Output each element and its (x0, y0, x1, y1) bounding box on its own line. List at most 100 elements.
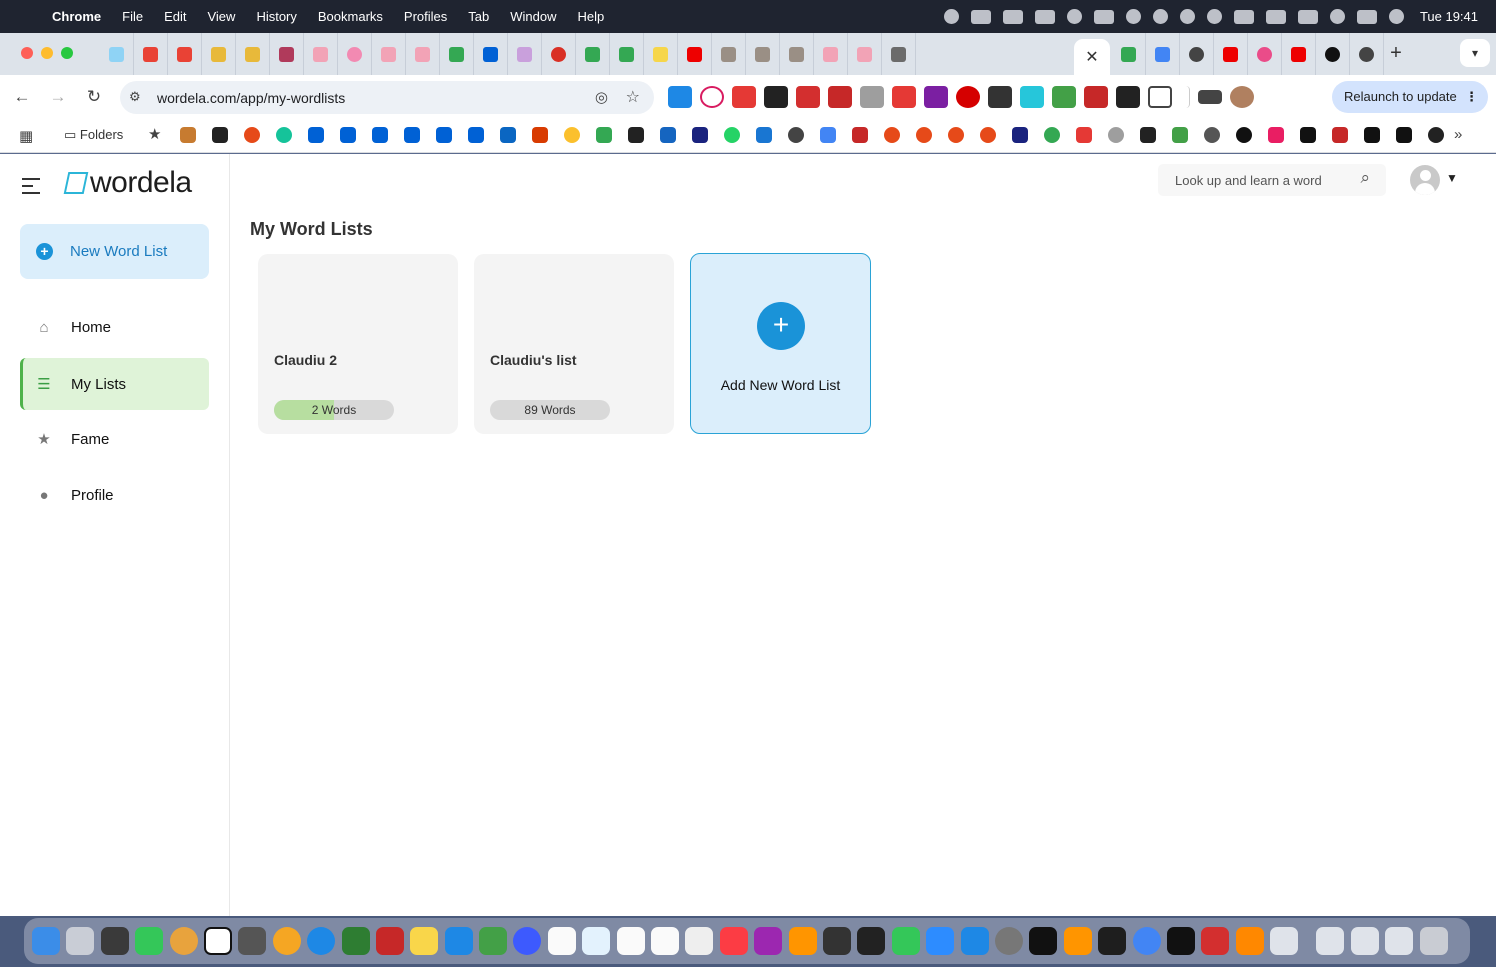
box-icon[interactable] (436, 127, 452, 143)
bookmark-icon[interactable] (884, 127, 900, 143)
notion-icon[interactable] (203, 927, 232, 955)
menubar-edit[interactable]: Edit (164, 9, 186, 24)
books-icon[interactable] (788, 927, 817, 955)
dock-app-icon[interactable] (479, 927, 508, 955)
launchpad-icon[interactable] (66, 927, 95, 955)
apps-grid-icon[interactable]: ▦ (19, 127, 33, 145)
play-icon[interactable] (1206, 9, 1222, 24)
dock-app-icon[interactable] (547, 927, 576, 955)
extension-icon[interactable] (1052, 86, 1076, 108)
profile-avatar-icon[interactable] (1230, 86, 1254, 108)
bookmark-icon[interactable] (1428, 127, 1444, 143)
dock-app-icon[interactable] (238, 927, 267, 955)
tab-search-button[interactable]: ▾ (1460, 39, 1490, 67)
status-app-icon[interactable] (943, 9, 959, 24)
extension-icon[interactable] (1084, 86, 1108, 108)
status-app-icon[interactable] (1066, 9, 1082, 24)
tab[interactable] (746, 33, 780, 75)
tab[interactable] (338, 33, 372, 75)
trash-icon[interactable] (1419, 927, 1448, 955)
extension-icon[interactable] (1116, 86, 1140, 108)
bookmark-icon[interactable] (1076, 127, 1092, 143)
settings-icon[interactable] (994, 927, 1023, 955)
box-icon[interactable] (404, 127, 420, 143)
bookmark-icon[interactable] (244, 127, 260, 143)
time-machine-icon[interactable] (1125, 9, 1141, 24)
box-icon[interactable] (340, 127, 356, 143)
bookmark-icon[interactable] (1044, 127, 1060, 143)
extension-icon[interactable] (924, 86, 948, 108)
back-button[interactable]: ← (12, 87, 32, 107)
forward-button[interactable]: → (48, 87, 68, 107)
tab[interactable] (1248, 33, 1282, 75)
dock-app-icon[interactable] (857, 927, 886, 955)
box-icon[interactable] (468, 127, 484, 143)
gemini-icon[interactable] (820, 127, 836, 143)
chrome-icon[interactable] (1132, 927, 1161, 955)
dock-app-icon[interactable] (685, 927, 714, 955)
vlc-icon[interactable] (1235, 927, 1264, 955)
extension-icon[interactable] (700, 86, 724, 108)
bookmark-icon[interactable] (1012, 127, 1028, 143)
box-icon[interactable] (372, 127, 388, 143)
kebab-menu-icon[interactable]: ⋮ (1465, 81, 1478, 113)
maps-icon[interactable] (596, 127, 612, 143)
menubar-profiles[interactable]: Profiles (404, 9, 447, 24)
address-bar[interactable]: ⚙ wordela.com/app/my-wordlists ◎ ☆ (120, 81, 654, 114)
extension-icon[interactable] (892, 86, 916, 108)
extension-icon[interactable] (668, 86, 692, 108)
menubar-file[interactable]: File (122, 9, 143, 24)
extension-icon[interactable] (796, 86, 820, 108)
status-app-icon[interactable] (1002, 9, 1023, 24)
tab[interactable] (270, 33, 304, 75)
dock-app-icon[interactable] (1350, 927, 1379, 955)
openai-icon[interactable] (788, 127, 804, 143)
status-app-icon[interactable] (970, 9, 991, 24)
tab[interactable] (372, 33, 406, 75)
finder-icon[interactable] (32, 927, 60, 955)
display-icon[interactable] (1093, 9, 1114, 24)
bookmark-icon[interactable] (692, 127, 708, 143)
activity-monitor-icon[interactable] (1029, 927, 1058, 955)
bookmarks-overflow-icon[interactable]: » (1454, 126, 1462, 143)
control-center-icon[interactable] (1356, 9, 1377, 24)
tab[interactable] (1214, 33, 1248, 75)
tab[interactable] (644, 33, 678, 75)
tab[interactable] (712, 33, 746, 75)
dock-app-icon[interactable] (341, 927, 370, 955)
whatsapp-icon[interactable] (724, 127, 740, 143)
siri-icon[interactable] (1388, 9, 1404, 24)
music-icon[interactable] (719, 927, 748, 955)
tab[interactable] (508, 33, 542, 75)
facetime-icon[interactable] (135, 927, 164, 955)
tab[interactable] (814, 33, 848, 75)
extension-icon[interactable] (860, 86, 884, 108)
bookmark-icon[interactable] (948, 127, 964, 143)
sidebar-item-my-lists[interactable]: ☰ My Lists (20, 358, 209, 410)
close-window-icon[interactable] (21, 47, 33, 59)
new-word-list-button[interactable]: + New Word List (20, 224, 209, 279)
upwork-icon[interactable] (1166, 927, 1195, 955)
bluetooth-icon[interactable] (1233, 9, 1254, 24)
wifi-icon[interactable] (1297, 9, 1318, 24)
site-info-icon[interactable]: ⚙ (129, 89, 141, 105)
tab[interactable] (1350, 33, 1384, 75)
menubar-clock[interactable]: Tue 19:41 (1420, 9, 1478, 24)
extension-icon[interactable] (988, 86, 1012, 108)
wordela-logo[interactable]: wordela (63, 166, 192, 200)
close-tab-icon[interactable]: ✕ (1085, 47, 1098, 67)
bookmark-icon[interactable] (660, 127, 676, 143)
tab[interactable] (440, 33, 474, 75)
photos-icon[interactable] (272, 927, 301, 955)
tab[interactable] (304, 33, 338, 75)
pages-icon[interactable] (1063, 927, 1092, 955)
word-list-card[interactable]: Claudiu 2 2 Words (258, 254, 458, 434)
bookmark-icon[interactable] (916, 127, 932, 143)
menubar-tab[interactable]: Tab (468, 9, 489, 24)
status-app-icon[interactable] (1034, 9, 1055, 24)
extension-icon[interactable] (732, 86, 756, 108)
acrobat-icon[interactable] (1201, 927, 1230, 955)
eye-slash-icon[interactable]: ◎ (595, 88, 608, 106)
puzzle-icon[interactable] (1148, 86, 1172, 108)
bookmark-icon[interactable] (756, 127, 772, 143)
